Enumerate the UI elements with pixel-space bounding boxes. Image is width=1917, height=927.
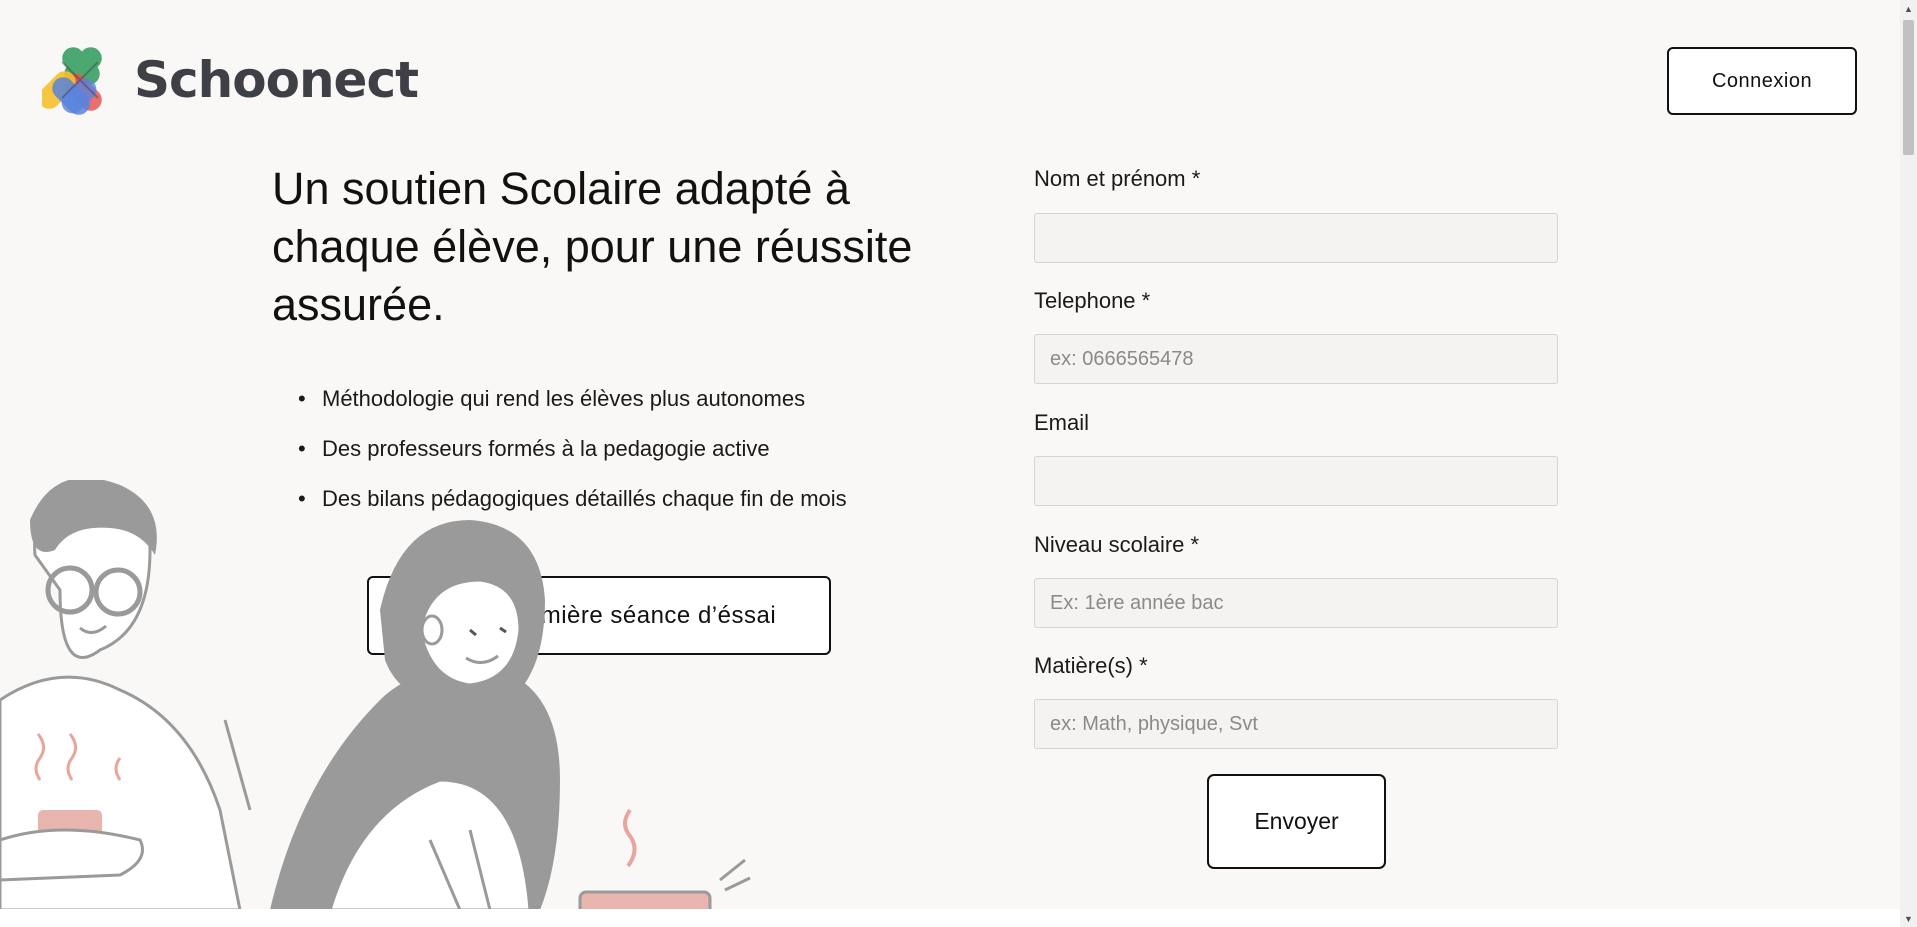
- boy-figure-icon: [0, 480, 252, 910]
- hero-title: Un soutien Scolaire adapté à chaque élèv…: [272, 163, 913, 330]
- feature-item: • Méthodologie qui rend les élèves plus …: [298, 380, 847, 430]
- students-illustration-icon: [0, 480, 751, 910]
- feature-text: Méthodologie qui rend les élèves plus au…: [322, 386, 806, 411]
- login-button[interactable]: Connexion: [1667, 47, 1857, 115]
- scroll-down-icon[interactable]: ▼: [1900, 910, 1917, 927]
- laptop-icon: [578, 808, 751, 910]
- full-name-label: Nom et prénom *: [1034, 166, 1201, 191]
- school-level-input[interactable]: [1034, 578, 1558, 628]
- phone-input[interactable]: [1034, 334, 1558, 384]
- feature-item: • Des professeurs formés à la pedagogie …: [298, 430, 847, 480]
- subjects-label: Matière(s) *: [1034, 653, 1148, 678]
- scroll-up-icon[interactable]: ▲: [1900, 0, 1917, 17]
- feature-text: Des professeurs formés à la pedagogie ac…: [322, 436, 770, 461]
- logo[interactable]: Schoonect: [42, 42, 419, 118]
- submit-button[interactable]: Envoyer: [1207, 774, 1386, 869]
- logo-icon: [42, 47, 102, 115]
- bullet-icon: •: [298, 436, 306, 461]
- scrollbar-thumb[interactable]: [1903, 20, 1914, 155]
- subjects-input[interactable]: [1034, 699, 1558, 749]
- email-input[interactable]: [1034, 456, 1558, 506]
- page: Schoonect Connexion Un soutien Scolaire …: [0, 0, 1917, 927]
- girl-figure-icon: [270, 520, 560, 910]
- email-label: Email: [1034, 410, 1090, 435]
- logo-text: Schoonect: [134, 51, 419, 109]
- full-name-input[interactable]: [1034, 213, 1558, 263]
- bullet-icon: •: [298, 386, 306, 411]
- phone-label: Telephone *: [1034, 288, 1151, 313]
- school-level-label: Niveau scolaire *: [1034, 532, 1200, 557]
- horizontal-scroll-area: [0, 909, 1900, 927]
